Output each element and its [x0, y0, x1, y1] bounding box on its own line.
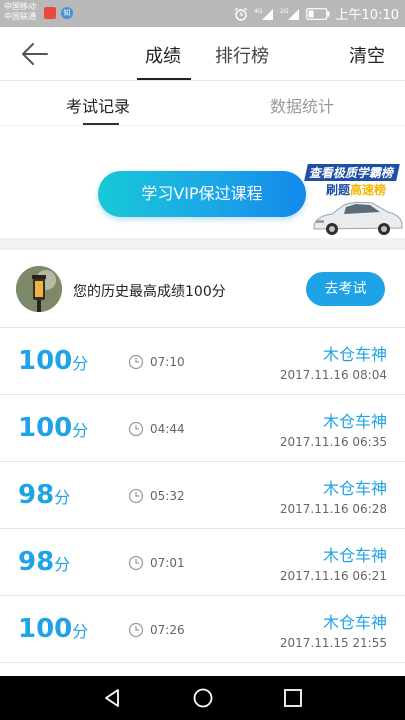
- circle-home-icon[interactable]: [192, 687, 214, 709]
- score-unit: 分: [54, 555, 71, 574]
- record-username: 木仓车神: [322, 479, 387, 498]
- notification-app-icon: [44, 7, 56, 19]
- battery-icon: [305, 7, 330, 20]
- tab-ranking[interactable]: 排行榜: [210, 42, 274, 68]
- top-header: 成绩 排行榜 清空: [0, 27, 405, 81]
- record-score: 98分: [18, 480, 70, 510]
- record-datetime: 2017.11.16 06:28: [279, 502, 387, 516]
- record-score: 100分: [18, 413, 88, 443]
- record-username: 木仓车神: [322, 546, 387, 565]
- carrier-2: 中国联通: [4, 12, 36, 21]
- record-duration: 07:10: [150, 355, 185, 369]
- record-score: 100分: [18, 614, 88, 644]
- record-duration: 07:26: [150, 623, 185, 637]
- subtab-records-indicator: [83, 123, 119, 125]
- clock-time: 上午10:10: [335, 8, 399, 23]
- clock-icon: [128, 421, 144, 437]
- clock-icon: [128, 354, 144, 370]
- score-unit: 分: [54, 488, 71, 507]
- exam-record-list: 100分 07:10 木仓车神 2017.11.16 08:04 100分 04…: [0, 328, 405, 663]
- carrier-1: 中国移动: [4, 2, 36, 11]
- clear-button[interactable]: 清空: [349, 42, 385, 68]
- avatar[interactable]: [16, 266, 62, 312]
- record-row[interactable]: 100分 07:26 木仓车神 2017.11.15 21:55: [0, 596, 405, 663]
- ad-subline-a: 刷题: [326, 183, 351, 197]
- promo-banner: 学习VIP保过课程 查看极质学霸榜 刷题高速榜: [0, 126, 405, 238]
- arrow-left-icon: [22, 43, 48, 65]
- record-score: 98分: [18, 547, 70, 577]
- record-duration: 07:01: [150, 556, 185, 570]
- record-username: 木仓车神: [322, 412, 387, 431]
- record-datetime: 2017.11.16 06:35: [279, 435, 387, 449]
- score-value: 100: [18, 346, 73, 376]
- score-unit: 分: [72, 421, 89, 440]
- record-row[interactable]: 100分 04:44 木仓车神 2017.11.16 06:35: [0, 395, 405, 462]
- vip-course-button[interactable]: 学习VIP保过课程: [98, 171, 306, 217]
- score-value: 100: [18, 614, 73, 644]
- best-score-text: 您的历史最高成绩100分: [73, 284, 226, 300]
- ad-image[interactable]: 查看极质学霸榜 刷题高速榜: [300, 162, 405, 242]
- score-unit: 分: [72, 354, 89, 373]
- score-unit: 分: [72, 622, 89, 641]
- score-value: 100: [18, 413, 73, 443]
- record-datetime: 2017.11.16 08:04: [279, 368, 387, 382]
- record-score: 100分: [18, 346, 88, 376]
- tab-score[interactable]: 成绩: [135, 42, 191, 68]
- take-exam-button[interactable]: 去考试: [306, 272, 385, 306]
- record-datetime: 2017.11.15 21:55: [279, 636, 387, 650]
- carrier-info: 中国移动 中国联通: [4, 2, 36, 22]
- record-username: 木仓车神: [322, 613, 387, 632]
- car-illustration: [313, 201, 403, 235]
- clock-icon: [128, 555, 144, 571]
- record-row[interactable]: 100分 07:10 木仓车神 2017.11.16 08:04: [0, 328, 405, 395]
- history-best-row: 您的历史最高成绩100分 去考试: [0, 250, 405, 328]
- signal-2g-icon: 2G: [280, 7, 300, 21]
- network-2-label: 2G: [280, 8, 289, 15]
- system-nav-bar: [0, 676, 405, 720]
- clock-icon: [128, 488, 144, 504]
- back-button[interactable]: [20, 41, 50, 67]
- score-value: 98: [18, 480, 55, 510]
- ad-subline: 刷题高速榜: [326, 181, 386, 198]
- subtab-data-statistics[interactable]: 数据统计: [270, 93, 334, 117]
- record-duration: 05:32: [150, 489, 185, 503]
- record-datetime: 2017.11.16 06:21: [279, 569, 387, 583]
- tab-score-indicator: [137, 78, 191, 80]
- record-duration: 04:44: [150, 422, 185, 436]
- lantern-avatar-icon: [16, 266, 62, 312]
- record-row[interactable]: 98分 05:32 木仓车神 2017.11.16 06:28: [0, 462, 405, 529]
- square-recent-icon[interactable]: [283, 688, 303, 708]
- signal-4g-icon: 4G: [254, 7, 274, 21]
- subtab-exam-records[interactable]: 考试记录: [66, 93, 130, 117]
- ad-headline: 查看极质学霸榜: [304, 164, 400, 181]
- score-value: 98: [18, 547, 55, 577]
- sub-tabs: 考试记录 数据统计: [0, 82, 405, 126]
- clock-icon: [128, 622, 144, 638]
- network-1-label: 4G: [254, 8, 263, 15]
- zhihu-notification-icon: 知: [61, 7, 73, 19]
- section-divider: [0, 238, 405, 250]
- record-row[interactable]: 98分 07:01 木仓车神 2017.11.16 06:21: [0, 529, 405, 596]
- triangle-back-icon[interactable]: [101, 687, 123, 709]
- record-username: 木仓车神: [322, 345, 387, 364]
- alarm-icon: [234, 7, 248, 21]
- ad-subline-b: 高速榜: [350, 183, 387, 197]
- status-bar: 中国移动 中国联通 知 4G 2G 上午10:10: [0, 0, 405, 27]
